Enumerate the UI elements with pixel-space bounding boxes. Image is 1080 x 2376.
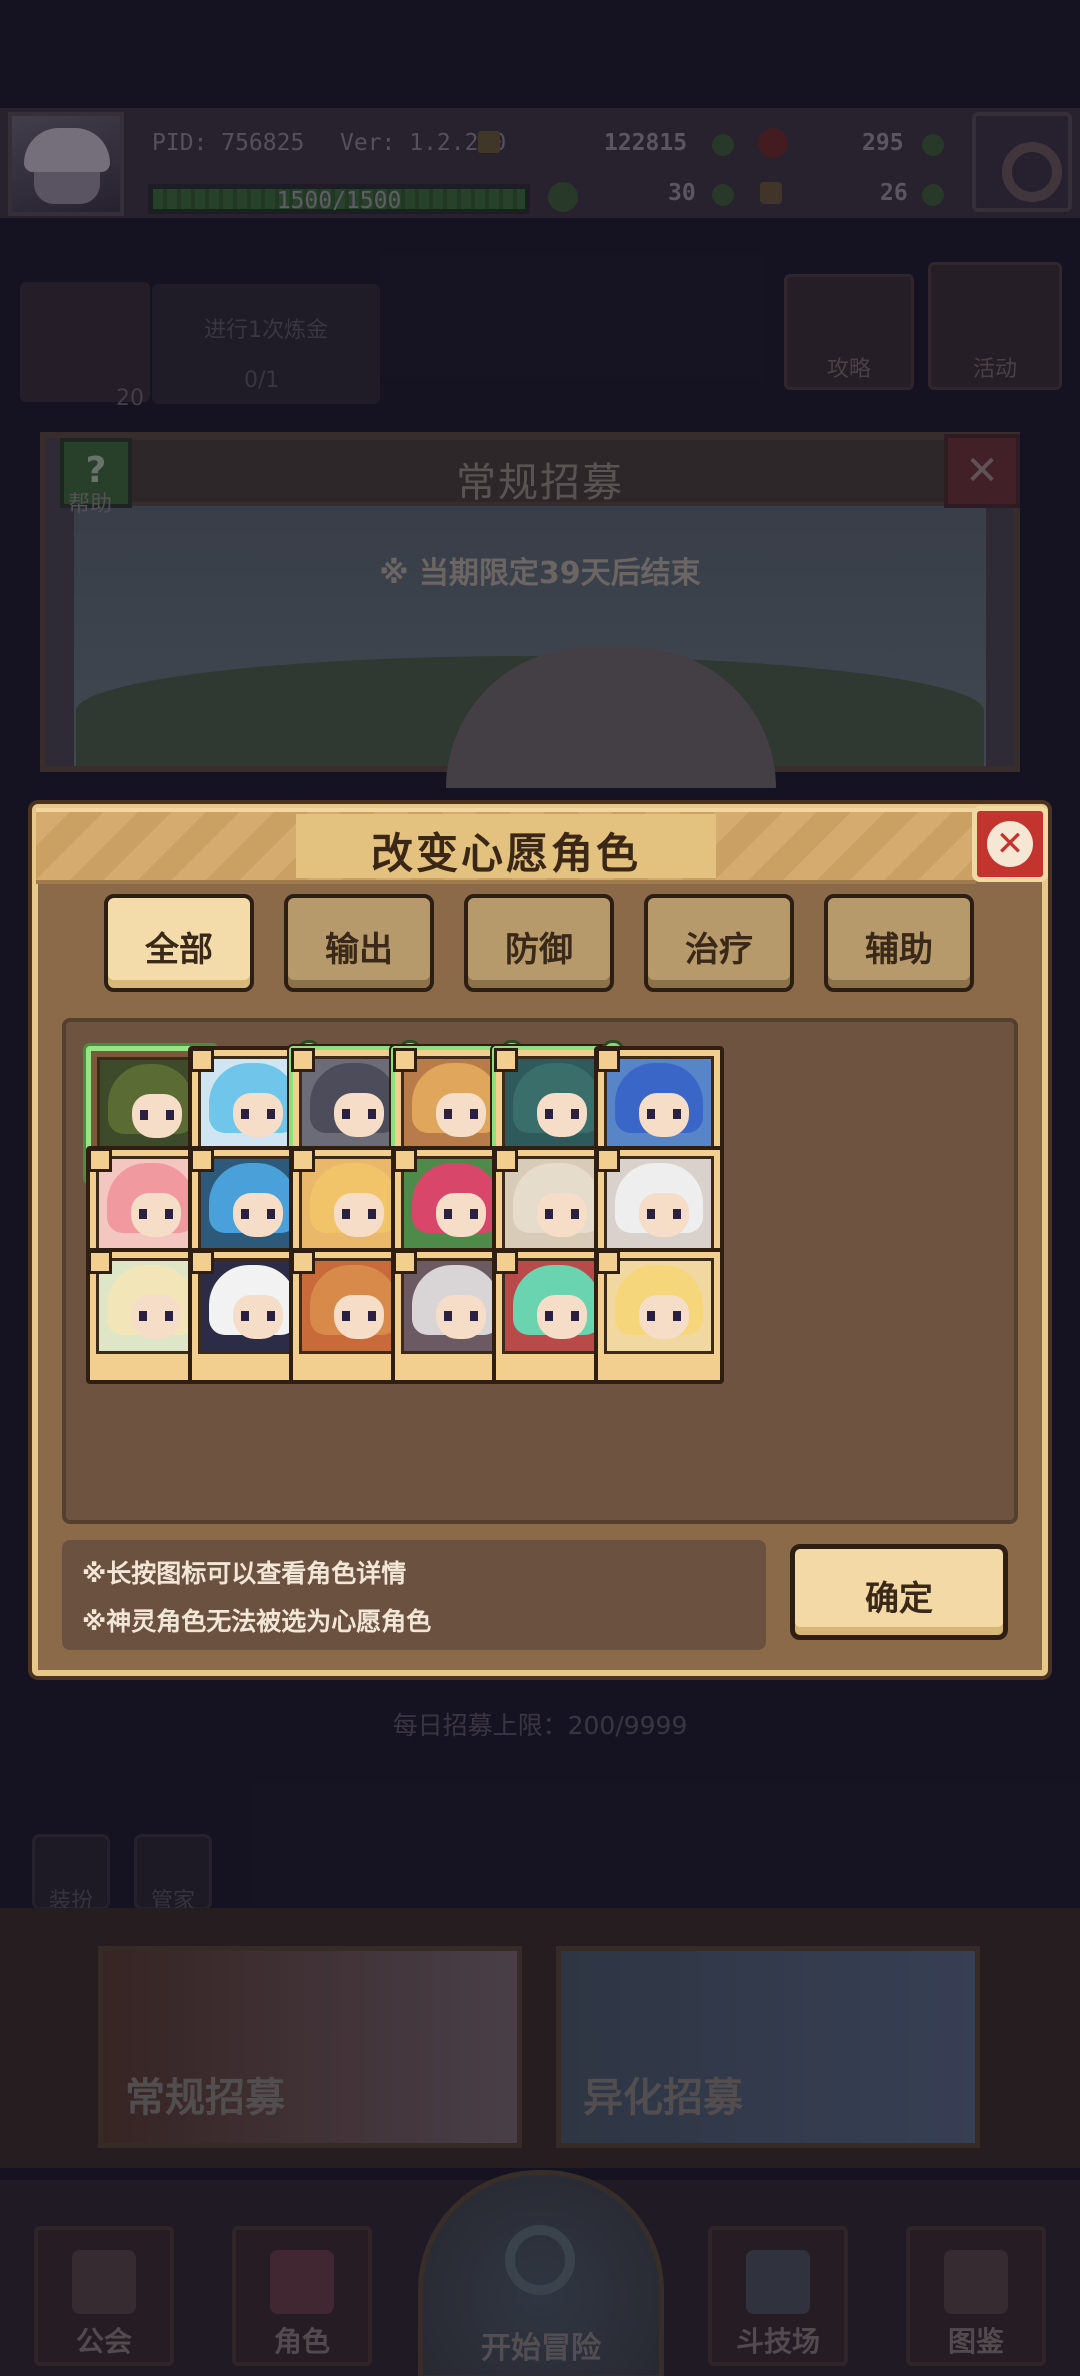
role-tag-icon	[392, 1148, 417, 1172]
tab-all-label: 全部	[145, 930, 213, 970]
tab-all[interactable]: 全部	[104, 894, 254, 992]
role-tag-icon	[189, 1148, 214, 1172]
character-grid: 已拥有已拥有已拥有已拥有	[62, 1018, 1018, 1524]
tab-healing[interactable]: 治疗	[644, 894, 794, 992]
role-tag-icon	[595, 1048, 620, 1072]
role-tag-icon	[291, 1148, 315, 1172]
hint-deity: ※神灵角色无法被选为心愿角色	[82, 1607, 432, 1636]
role-tag-icon	[494, 1048, 518, 1072]
role-tag-icon	[392, 1250, 417, 1274]
tab-support-label: 辅助	[865, 930, 933, 970]
hint-box: ※长按图标可以查看角色详情 ※神灵角色无法被选为心愿角色	[62, 1540, 766, 1650]
dialog-close-button[interactable]	[972, 806, 1048, 882]
dialog-title: 改变心愿角色	[370, 829, 641, 878]
tab-healing-label: 治疗	[685, 930, 753, 970]
confirm-label: 确定	[865, 1579, 933, 1619]
role-tag-icon	[595, 1250, 620, 1274]
tab-defense-label: 防御	[505, 930, 573, 970]
tab-support[interactable]: 辅助	[824, 894, 974, 992]
character-portrait	[603, 1056, 714, 1152]
role-tag-icon	[88, 1148, 112, 1172]
role-tag-icon	[291, 1048, 315, 1072]
tab-damage-label: 输出	[325, 930, 393, 970]
role-tag-icon	[88, 1250, 112, 1274]
hint-long-press: ※长按图标可以查看角色详情	[82, 1559, 407, 1588]
character-card[interactable]	[593, 1248, 724, 1384]
tab-defense[interactable]: 防御	[464, 894, 614, 992]
role-tag-icon	[494, 1148, 518, 1172]
dialog-title-bar: 改变心愿角色	[36, 808, 976, 884]
tab-damage[interactable]: 输出	[284, 894, 434, 992]
character-portrait	[603, 1258, 714, 1354]
character-portrait	[603, 1156, 714, 1252]
role-tag-icon	[189, 1250, 214, 1274]
role-tag-icon	[494, 1250, 518, 1274]
confirm-button[interactable]: 确定	[790, 1544, 1008, 1640]
role-tag-icon	[392, 1048, 417, 1072]
role-tag-icon	[291, 1250, 315, 1274]
close-icon	[987, 821, 1033, 867]
role-tag-icon	[595, 1148, 620, 1172]
role-tag-icon	[189, 1048, 214, 1072]
